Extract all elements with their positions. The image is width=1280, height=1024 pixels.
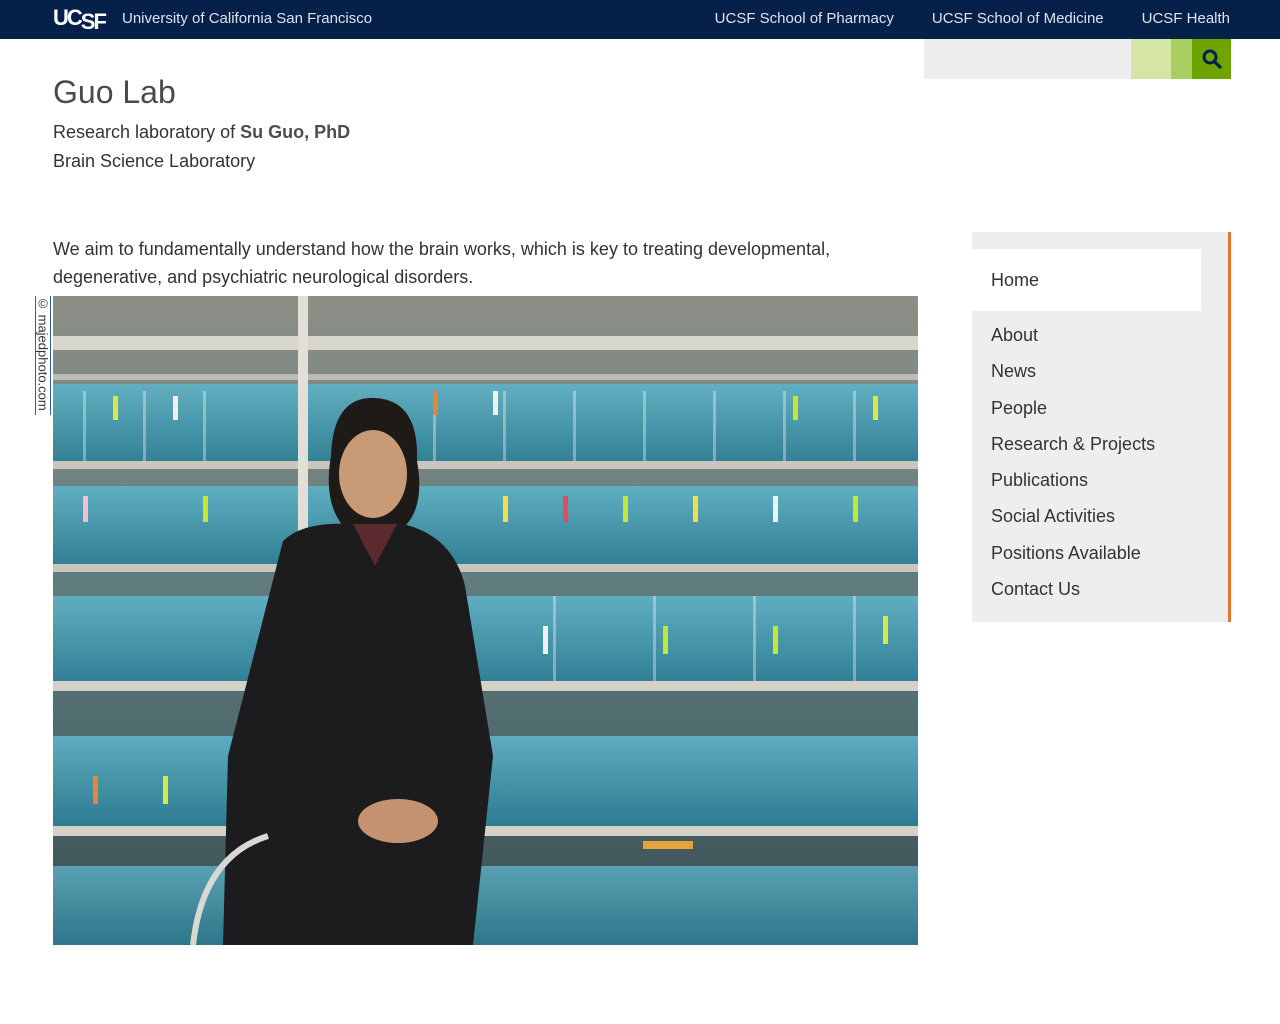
photo-credit: © majedphoto.com	[35, 296, 51, 415]
search-button[interactable]	[1192, 39, 1231, 79]
sidebar-item-positions-available[interactable]: Positions Available	[991, 541, 1155, 577]
subtitle-prefix: Research laboratory of	[53, 122, 241, 142]
link-school-of-medicine[interactable]: UCSF School of Medicine	[932, 10, 1104, 27]
sidebar-item-publications[interactable]: Publications	[991, 468, 1155, 504]
sidebar-item-contact-us[interactable]: Contact Us	[991, 577, 1155, 613]
lab-photo-image	[53, 296, 918, 945]
ucsf-logo[interactable]: UCSF	[53, 4, 107, 34]
lab-photo	[53, 296, 918, 945]
sidebar-item-news[interactable]: News	[991, 359, 1155, 395]
sidebar-item-research-projects[interactable]: Research & Projects	[991, 432, 1155, 468]
university-name[interactable]: University of California San Francisco	[122, 10, 372, 27]
sidebar-item-people[interactable]: People	[991, 396, 1155, 432]
top-bar: UCSF University of California San Franci…	[0, 0, 1280, 39]
site-subtitle: Research laboratory of Su Guo, PhD	[53, 122, 350, 143]
sidebar-item-social-activities[interactable]: Social Activities	[991, 504, 1155, 540]
search-bar	[924, 39, 1231, 79]
sidebar-item-about[interactable]: About	[991, 323, 1155, 359]
photo-credit-text: © majedphoto.com	[35, 296, 51, 411]
link-ucsf-health[interactable]: UCSF Health	[1142, 10, 1230, 27]
sidebar-nav: Home About News People Research & Projec…	[972, 232, 1231, 622]
pi-name: Su Guo, PhD	[240, 122, 351, 142]
search-icon	[1202, 49, 1222, 69]
intro-text: We aim to fundamentally understand how t…	[53, 239, 831, 287]
sidebar-menu: About News People Research & Projects Pu…	[991, 323, 1155, 613]
search-input[interactable]	[924, 39, 1131, 79]
sidebar-item-home[interactable]: Home	[972, 249, 1201, 311]
lab-affiliation: Brain Science Laboratory	[53, 151, 256, 171]
search-decor-light	[1131, 39, 1171, 79]
site-title[interactable]: Guo Lab	[53, 74, 176, 111]
search-decor-mid	[1171, 39, 1192, 79]
link-school-of-pharmacy[interactable]: UCSF School of Pharmacy	[715, 10, 894, 27]
top-links: UCSF School of Pharmacy UCSF School of M…	[677, 10, 1230, 27]
